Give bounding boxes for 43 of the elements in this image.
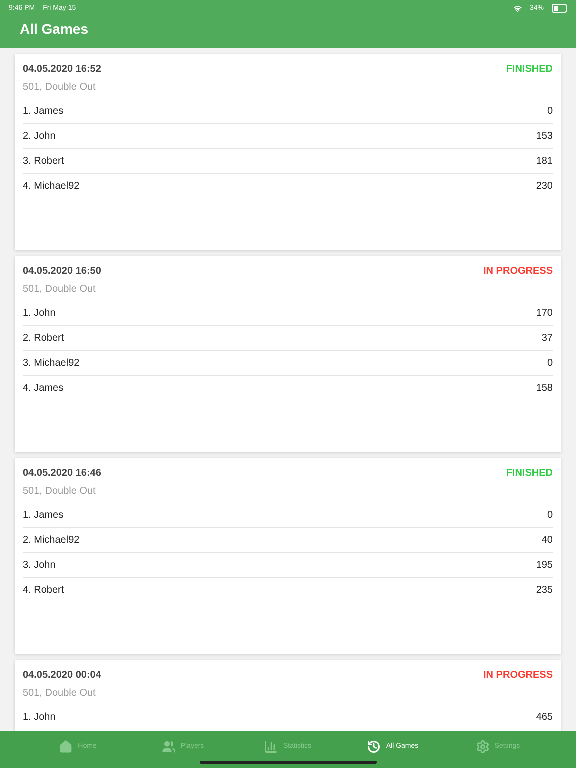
player-score: 230: [536, 180, 553, 192]
player-score: 235: [536, 584, 553, 596]
player-name: 1. James: [23, 106, 64, 116]
game-status: IN PROGRESS: [484, 266, 553, 277]
player-score: 40: [542, 534, 553, 546]
game-mode: 501, Double Out: [23, 283, 97, 297]
game-date: 04.05.2020 16:52: [23, 64, 102, 75]
player-score: 158: [536, 382, 553, 394]
game-mode: 501, Double Out: [23, 687, 97, 701]
player-name: 1. James: [23, 510, 64, 520]
player-name: 1. John: [23, 308, 56, 318]
player-name: 1. John: [23, 712, 56, 722]
game-card[interactable]: 04.05.2020 16:52 FINISHED 501, Double Out 1. James 0 2. John 153 3. Robert 181 4. Michael92 230: [15, 54, 561, 250]
game-status: IN PROGRESS: [484, 670, 553, 681]
player-name: 4. Michael92: [23, 180, 80, 192]
player-name: 2. John: [23, 130, 56, 142]
game-status: FINISHED: [506, 468, 553, 479]
player-name: 3. Robert: [23, 156, 64, 166]
game-card[interactable]: 04.05.2020 00:04 IN PROGRESS 501, Double Out 1. John 465: [15, 660, 561, 731]
page-title: All Games: [19, 20, 90, 37]
player-name: 4. Robert: [23, 584, 64, 596]
player-name: 4. James: [23, 382, 64, 394]
player-score: 181: [536, 156, 553, 166]
player-name: 2. Michael92: [23, 534, 80, 546]
game-date: 04.05.2020 16:46: [23, 468, 102, 479]
player-score: 0: [547, 510, 553, 520]
game-date: 04.05.2020 00:04: [23, 670, 102, 681]
player-name: 3. Michael92: [23, 358, 80, 368]
game-status: FINISHED: [506, 64, 553, 75]
player-score: 195: [536, 560, 553, 570]
game-mode: 501, Double Out: [23, 485, 97, 499]
game-card[interactable]: 04.05.2020 16:50 IN PROGRESS 501, Double Out 1. John 170 2. Robert 37 3. Michael92 0 4. James 158: [15, 256, 561, 452]
player-score: 0: [547, 106, 553, 116]
player-score: 170: [536, 308, 553, 318]
game-date: 04.05.2020 16:50: [23, 266, 102, 277]
player-score: 0: [547, 358, 553, 368]
player-name: 2. Robert: [23, 332, 64, 344]
player-name: 3. John: [23, 560, 56, 570]
player-score: 465: [536, 712, 553, 722]
game-mode: 501, Double Out: [23, 81, 97, 95]
player-score: 37: [542, 332, 553, 344]
player-score: 153: [536, 130, 553, 142]
game-card[interactable]: 04.05.2020 16:46 FINISHED 501, Double Out 1. James 0 2. Michael92 40 3. John 195 4. Robert 235: [15, 458, 561, 654]
